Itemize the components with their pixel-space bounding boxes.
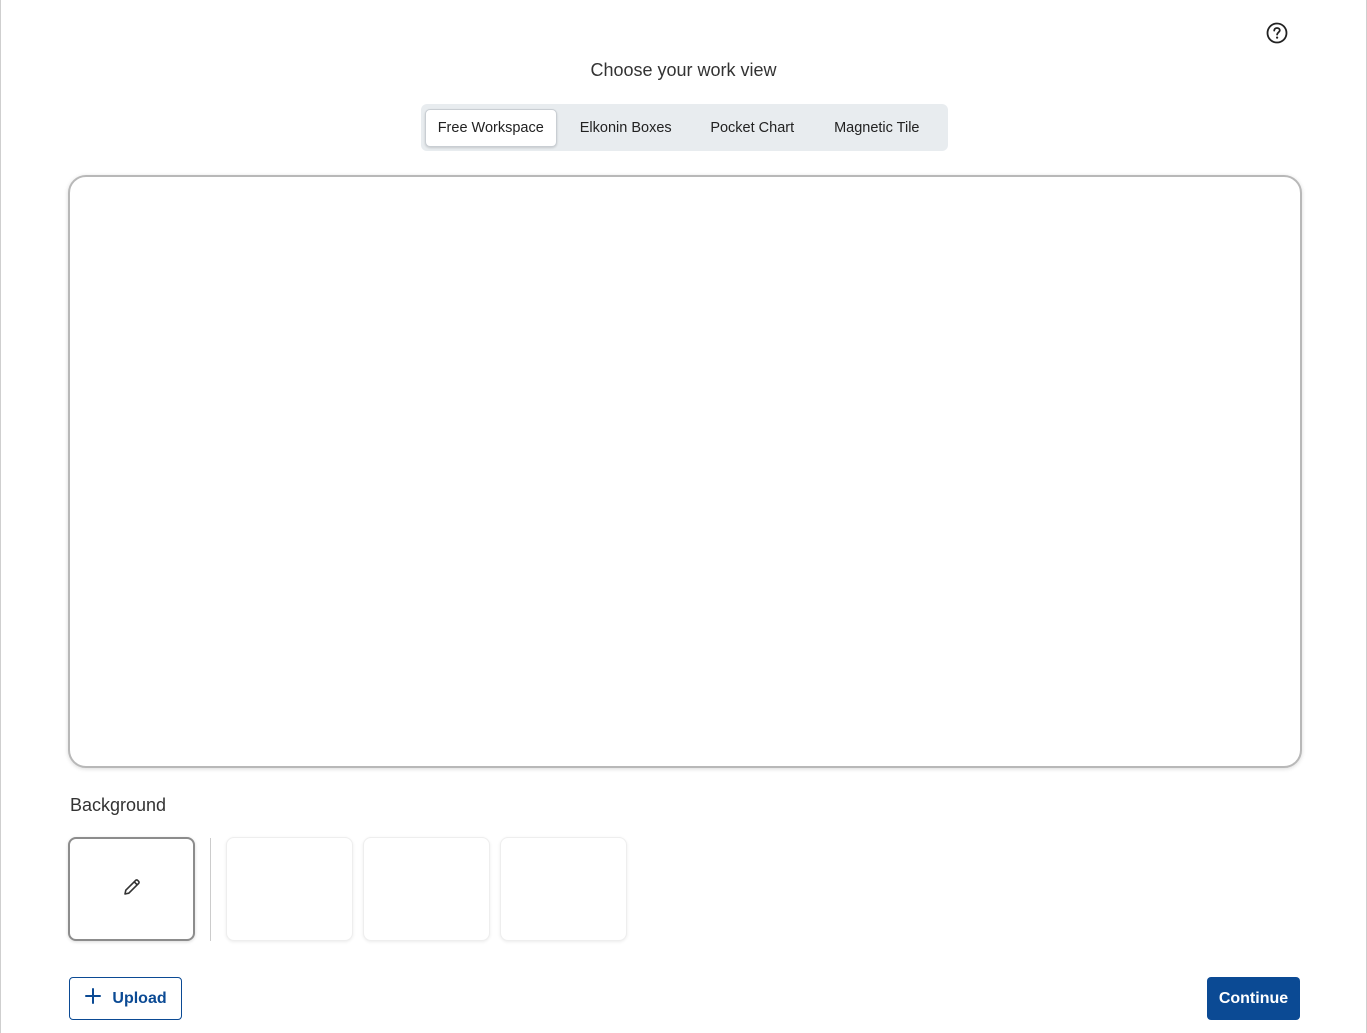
pencil-icon	[121, 876, 143, 903]
background-option-custom[interactable]	[68, 837, 195, 941]
background-option-2[interactable]	[363, 837, 490, 941]
upload-label: Upload	[112, 989, 167, 1007]
tab-elkonin-boxes[interactable]: Elkonin Boxes	[557, 109, 695, 147]
background-divider	[210, 838, 211, 941]
page-title: Choose your work view	[590, 60, 777, 80]
plus-icon	[84, 987, 102, 1010]
work-view-tabs: Free Workspace Elkonin Boxes Pocket Char…	[421, 104, 948, 151]
workspace-preview	[68, 175, 1302, 768]
help-icon[interactable]	[1266, 22, 1288, 44]
continue-button[interactable]: Continue	[1207, 977, 1300, 1020]
background-heading: Background	[70, 795, 167, 815]
tab-magnetic-tile[interactable]: Magnetic Tile	[810, 109, 944, 147]
background-option-3[interactable]	[500, 837, 627, 941]
upload-button[interactable]: Upload	[69, 977, 182, 1020]
tab-free-workspace[interactable]: Free Workspace	[425, 108, 557, 147]
background-option-1[interactable]	[226, 837, 353, 941]
tab-pocket-chart[interactable]: Pocket Chart	[695, 109, 810, 147]
